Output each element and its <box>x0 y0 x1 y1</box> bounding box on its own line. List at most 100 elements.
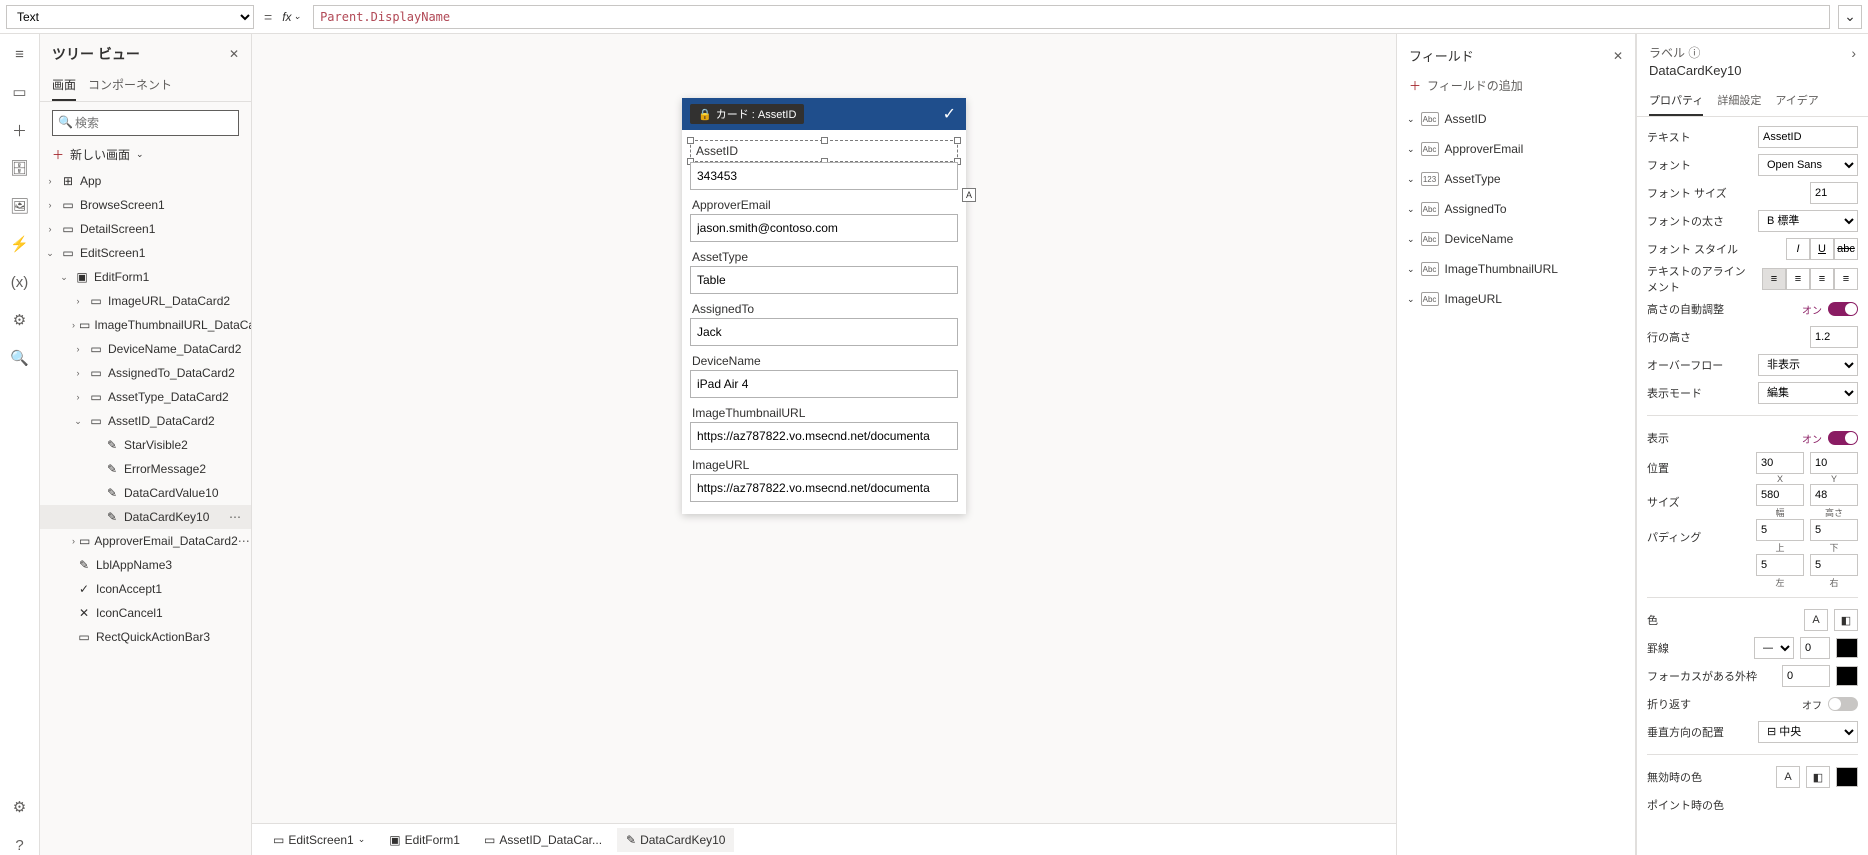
prop-disabled-border[interactable] <box>1836 767 1858 787</box>
input-assignedto[interactable] <box>690 318 958 346</box>
close-icon[interactable]: ✕ <box>1613 49 1623 63</box>
tree-search-input[interactable] <box>52 110 239 136</box>
prop-valign[interactable]: ⊟ 中央 <box>1758 721 1858 743</box>
prop-lineheight[interactable] <box>1810 326 1858 348</box>
tree-item-iconaccept[interactable]: ✓IconAccept1 <box>40 577 251 601</box>
field-item-imgthumb[interactable]: ⌄AbcImageThumbnailURL <box>1397 254 1635 284</box>
input-assetid[interactable] <box>690 162 958 190</box>
prop-align[interactable]: ≡≡≡≡ <box>1762 268 1858 290</box>
tab-advanced[interactable]: 詳細設定 <box>1717 86 1761 116</box>
help-icon[interactable]: ? <box>10 835 30 855</box>
prop-border-color[interactable] <box>1836 638 1858 658</box>
prop-autoheight-toggle[interactable] <box>1828 302 1858 316</box>
property-select[interactable]: Text <box>6 5 254 29</box>
field-item-devicename[interactable]: ⌄AbcDeviceName <box>1397 224 1635 254</box>
tab-screens[interactable]: 画面 <box>52 70 76 101</box>
prop-fontsize[interactable] <box>1810 182 1858 204</box>
close-icon[interactable]: ✕ <box>229 47 239 61</box>
tree-item-lblappname[interactable]: ✎LblAppName3 <box>40 553 251 577</box>
tools-icon[interactable]: ⚙ <box>10 310 30 330</box>
add-field-button[interactable]: ＋ フィールドの追加 <box>1397 73 1635 104</box>
prop-style[interactable]: IUabc <box>1786 238 1858 260</box>
tree-item-detail[interactable]: ›▭DetailScreen1 <box>40 217 251 241</box>
prop-disabled-text[interactable]: A <box>1776 766 1800 788</box>
info-icon[interactable]: ⓘ <box>1688 46 1700 60</box>
prop-font[interactable]: Open Sans <box>1758 154 1858 176</box>
input-devicename[interactable] <box>690 370 958 398</box>
tree-item-imgurl[interactable]: ›▭ImageURL_DataCard2 <box>40 289 251 313</box>
field-item-assettype[interactable]: ⌄123AssetType <box>1397 164 1635 194</box>
tab-properties[interactable]: プロパティ <box>1649 86 1703 116</box>
search-icon[interactable]: 🔍 <box>10 348 30 368</box>
media-icon[interactable]: 🖼 <box>10 196 30 216</box>
tree-item-datacardkey[interactable]: ✎DataCardKey10⋯ <box>40 505 251 529</box>
more-icon[interactable]: ⋯ <box>229 510 241 524</box>
prop-focus-width[interactable] <box>1782 665 1830 687</box>
check-icon[interactable]: ✓ <box>943 104 956 124</box>
input-imgurl[interactable] <box>690 474 958 502</box>
tab-ideas[interactable]: アイデア <box>1775 86 1818 116</box>
tree-item-assignedto[interactable]: ›▭AssignedTo_DataCard2 <box>40 361 251 385</box>
prop-overflow[interactable]: 非表示 <box>1758 354 1858 376</box>
prop-border-style[interactable]: — <box>1754 637 1794 659</box>
tree-item-app[interactable]: ›⊞App <box>40 169 251 193</box>
tree-item-assettype[interactable]: ›▭AssetType_DataCard2 <box>40 385 251 409</box>
new-screen-button[interactable]: ＋ 新しい画面 ⌄ <box>52 146 239 163</box>
more-icon[interactable]: ⋯ <box>238 534 250 548</box>
tree-item-browse[interactable]: ›▭BrowseScreen1 <box>40 193 251 217</box>
chevron-right-icon[interactable]: › <box>1851 45 1856 61</box>
crumb-datacardkey[interactable]: ✎DataCardKey10 <box>617 828 734 852</box>
input-assettype[interactable] <box>690 266 958 294</box>
tree-item-rectquick[interactable]: ▭RectQuickActionBar3 <box>40 625 251 649</box>
prop-displaymode[interactable]: 編集 <box>1758 382 1858 404</box>
prop-focus-color[interactable] <box>1836 666 1858 686</box>
prop-width[interactable] <box>1756 484 1804 506</box>
crumb-assetcard[interactable]: ▭AssetID_DataCar... <box>475 828 611 852</box>
tree-item-devicename[interactable]: ›▭DeviceName_DataCard2 <box>40 337 251 361</box>
tab-components[interactable]: コンポーネント <box>88 70 172 101</box>
prop-pad-t[interactable] <box>1756 519 1804 541</box>
hamburger-icon[interactable]: ≡ <box>10 44 30 64</box>
variables-icon[interactable]: (x) <box>10 272 30 292</box>
selected-label-assetid[interactable]: AssetID <box>690 140 958 162</box>
powerfx-icon[interactable]: ⚡ <box>10 234 30 254</box>
input-imgthumb[interactable] <box>690 422 958 450</box>
prop-height[interactable] <box>1810 484 1858 506</box>
canvas[interactable]: 🔒カード : AssetID ✓ AssetID A ApproverEmail <box>252 34 1396 823</box>
prop-pad-b[interactable] <box>1810 519 1858 541</box>
prop-visible-toggle[interactable] <box>1828 431 1858 445</box>
input-approveremail[interactable] <box>690 214 958 242</box>
tree-item-errormsg[interactable]: ✎ErrorMessage2 <box>40 457 251 481</box>
formula-input[interactable] <box>313 5 1830 29</box>
insert-icon[interactable]: ＋ <box>10 120 30 140</box>
data-icon[interactable]: 🗄 <box>10 158 30 178</box>
prop-border-width[interactable] <box>1800 637 1830 659</box>
formula-expand-button[interactable]: ⌄ <box>1838 5 1862 29</box>
fx-icon[interactable]: fx⌄ <box>282 10 305 24</box>
tree-item-datacardvalue[interactable]: ✎DataCardValue10 <box>40 481 251 505</box>
tree-item-iconcancel[interactable]: ✕IconCancel1 <box>40 601 251 625</box>
crumb-editform[interactable]: ▣EditForm1 <box>380 828 469 852</box>
crumb-editscreen[interactable]: ▭EditScreen1⌄ <box>264 828 374 852</box>
prop-text[interactable] <box>1758 126 1858 148</box>
tree-item-approveremail[interactable]: ›▭ApproverEmail_DataCard2⋯ <box>40 529 251 553</box>
tree-item-editform[interactable]: ⌄▣EditForm1 <box>40 265 251 289</box>
tree-item-assetid[interactable]: ⌄▭AssetID_DataCard2 <box>40 409 251 433</box>
prop-pad-r[interactable] <box>1810 554 1858 576</box>
prop-color-text[interactable]: A <box>1804 609 1828 631</box>
field-item-assignedto[interactable]: ⌄AbcAssignedTo <box>1397 194 1635 224</box>
field-item-approveremail[interactable]: ⌄AbcApproverEmail <box>1397 134 1635 164</box>
tree-icon[interactable]: ▭ <box>10 82 30 102</box>
prop-x[interactable] <box>1756 452 1804 474</box>
settings-icon[interactable]: ⚙ <box>10 797 30 817</box>
prop-weight[interactable]: B 標準 <box>1758 210 1858 232</box>
field-item-assetid[interactable]: ⌄AbcAssetID⋯ <box>1397 104 1635 134</box>
prop-y[interactable] <box>1810 452 1858 474</box>
tree-item-edit[interactable]: ⌄▭EditScreen1 <box>40 241 251 265</box>
tree-item-imgthumb[interactable]: ›▭ImageThumbnailURL_DataCard2 <box>40 313 251 337</box>
prop-disabled-fill[interactable]: ◧ <box>1806 766 1830 788</box>
prop-pad-l[interactable] <box>1756 554 1804 576</box>
prop-color-fill[interactable]: ◧ <box>1834 609 1858 631</box>
field-item-imgurl[interactable]: ⌄AbcImageURL <box>1397 284 1635 314</box>
tree-item-starvisible[interactable]: ✎StarVisible2 <box>40 433 251 457</box>
